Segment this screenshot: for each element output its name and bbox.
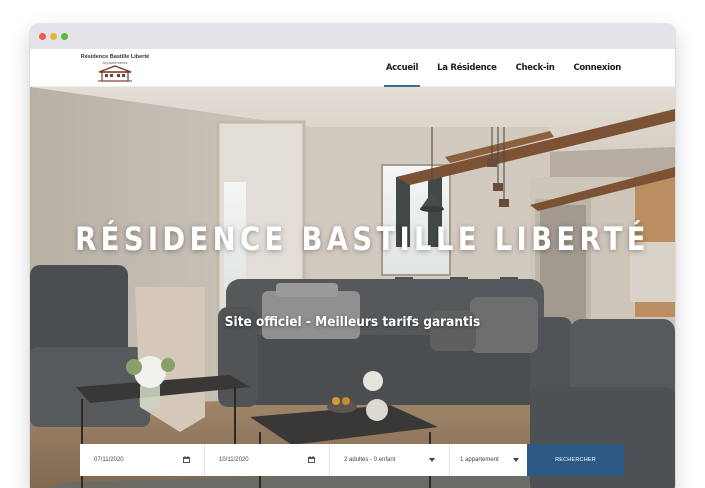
close-window-button[interactable] [39,33,46,40]
calendar-icon [308,456,315,463]
apartments-select[interactable]: 1 appartement [450,444,527,476]
house-icon [98,65,132,82]
arrival-date-value: 07/11/2020 [94,457,124,463]
departure-date-value: 10/11/2020 [219,457,249,463]
maximize-window-button[interactable] [61,33,68,40]
booking-bar: 07/11/2020 10/11/2020 2 adultes - 0 enfa… [80,444,624,476]
minimize-window-button[interactable] [50,33,57,40]
apartments-value: 1 appartement [460,457,499,463]
main-menu: Accueil La Résidence Check-in Connexion [383,49,621,87]
hero-background-photo [30,87,675,488]
departure-date-field[interactable]: 10/11/2020 [205,444,330,476]
arrival-date-field[interactable]: 07/11/2020 [80,444,205,476]
hero-section: RÉSIDENCE BASTILLE LIBERTÉ Site officiel… [30,87,675,488]
window-titlebar [30,24,675,49]
hero-title: RÉSIDENCE BASTILLE LIBERTÉ [75,220,650,258]
search-button[interactable]: RECHERCHER [527,444,624,476]
nav-connexion[interactable]: Connexion [573,49,621,87]
chevron-down-icon [513,458,519,462]
guests-select[interactable]: 2 adultes - 0 enfant [330,444,450,476]
chevron-down-icon [429,458,435,462]
site-logo[interactable]: Résidence Bastille Liberté Appartements [80,54,150,83]
browser-window: Résidence Bastille Liberté Appartements … [30,24,675,488]
calendar-icon [183,456,190,463]
nav-accueil[interactable]: Accueil [383,49,421,87]
nav-la-residence[interactable]: La Résidence [437,49,497,87]
website: Résidence Bastille Liberté Appartements … [30,49,675,488]
hero-subtitle: Site officiel - Meilleurs tarifs garanti… [224,314,481,330]
nav-check-in[interactable]: Check-in [516,49,555,87]
guests-value: 2 adultes - 0 enfant [344,457,396,463]
site-header: Résidence Bastille Liberté Appartements … [30,49,675,87]
